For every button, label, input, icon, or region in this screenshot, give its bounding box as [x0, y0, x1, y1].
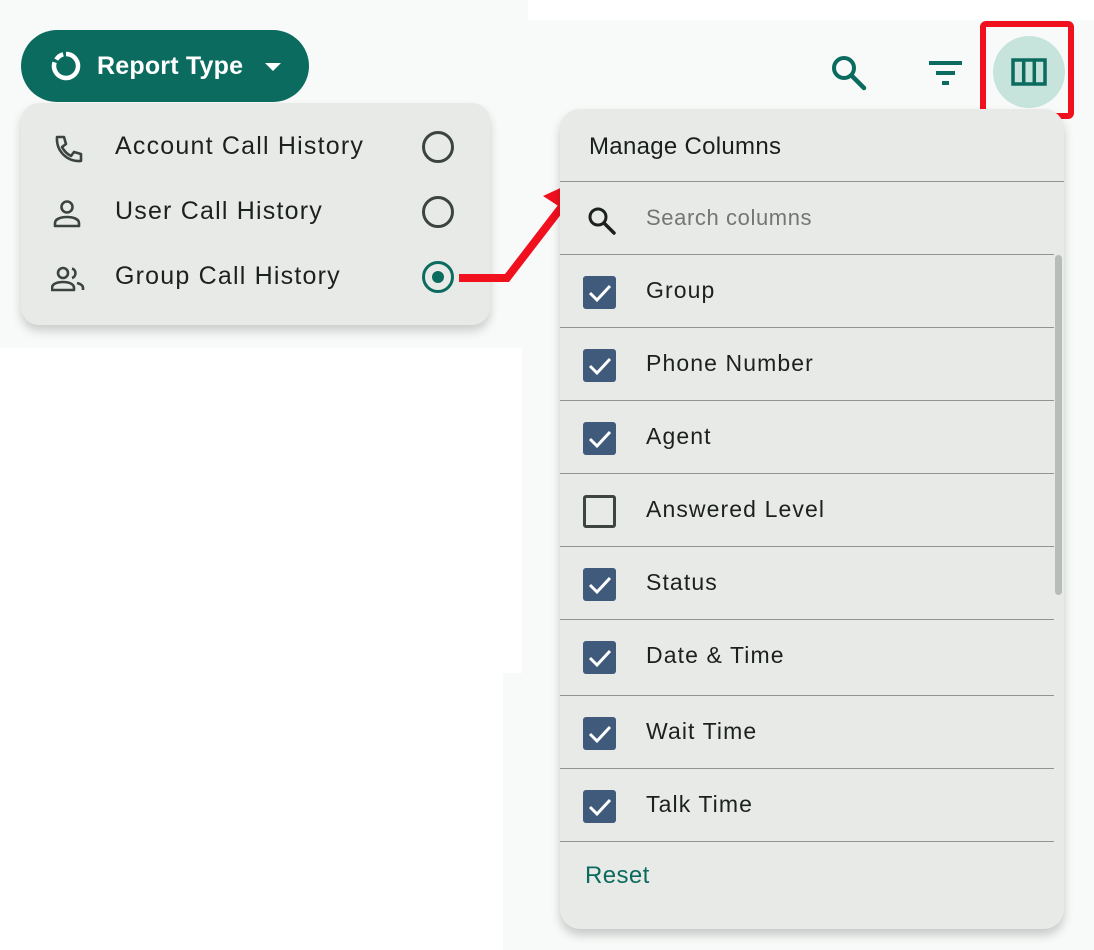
column-item-talk-time[interactable]: Talk Time	[560, 769, 1054, 841]
reset-button[interactable]: Reset	[585, 862, 650, 890]
report-type-menu: Account Call History User Call History G…	[21, 103, 490, 325]
checkmark-icon	[588, 284, 612, 303]
background-panel	[0, 673, 503, 950]
checkmark-icon	[588, 430, 612, 449]
column-item-date-time[interactable]: Date & Time	[560, 620, 1054, 692]
checkmark-icon	[588, 649, 612, 668]
annotation-highlight-box	[980, 21, 1074, 119]
donut-icon	[51, 51, 81, 81]
filter-icon[interactable]	[928, 58, 964, 88]
person-icon	[53, 200, 81, 228]
search-icon[interactable]	[830, 54, 868, 92]
caret-down-icon	[265, 63, 282, 71]
checkbox-checked[interactable]	[583, 349, 616, 382]
background-panel	[528, 0, 1094, 20]
column-item-group[interactable]: Group	[560, 255, 1054, 327]
report-option-user-call-history[interactable]: User Call History	[21, 181, 490, 246]
option-label: User Call History	[115, 197, 323, 225]
report-type-label: Report Type	[97, 51, 244, 80]
column-item-status[interactable]: Status	[560, 547, 1054, 619]
radio-group-call-history[interactable]	[422, 261, 454, 293]
panel-title: Manage Columns	[589, 133, 782, 160]
search-columns-input[interactable]	[646, 205, 1026, 231]
column-label: Wait Time	[646, 718, 758, 744]
background-panel	[0, 348, 522, 673]
checkbox-checked[interactable]	[583, 422, 616, 455]
column-item-agent[interactable]: Agent	[560, 401, 1054, 473]
column-item-wait-time[interactable]: Wait Time	[560, 696, 1054, 768]
column-label: Answered Level	[646, 496, 826, 522]
search-icon	[588, 207, 616, 235]
phone-icon	[55, 135, 83, 163]
checkbox-unchecked[interactable]	[583, 495, 616, 528]
column-label: Agent	[646, 423, 712, 449]
radio-account-call-history[interactable]	[422, 131, 454, 163]
checkmark-icon	[588, 576, 612, 595]
column-search[interactable]	[560, 182, 1064, 254]
divider	[560, 841, 1054, 842]
checkbox-checked[interactable]	[583, 641, 616, 674]
column-label: Phone Number	[646, 350, 814, 376]
report-option-group-call-history[interactable]: Group Call History	[21, 246, 490, 311]
manage-columns-panel: Manage Columns Group Phone Number Agent …	[560, 109, 1064, 929]
checkbox-checked[interactable]	[583, 276, 616, 309]
checkbox-checked[interactable]	[583, 717, 616, 750]
report-option-account-call-history[interactable]: Account Call History	[21, 116, 490, 181]
checkbox-checked[interactable]	[583, 790, 616, 823]
checkbox-checked[interactable]	[583, 568, 616, 601]
checkmark-icon	[588, 357, 612, 376]
column-label: Talk Time	[646, 791, 754, 817]
option-label: Group Call History	[115, 262, 341, 290]
column-label: Date & Time	[646, 642, 785, 668]
column-item-phone-number[interactable]: Phone Number	[560, 328, 1054, 400]
option-label: Account Call History	[115, 132, 365, 160]
group-icon	[51, 266, 85, 292]
checkmark-icon	[588, 798, 612, 817]
checkmark-icon	[588, 725, 612, 744]
scrollbar[interactable]	[1055, 255, 1062, 595]
column-label: Status	[646, 569, 718, 595]
report-type-button[interactable]: Report Type	[21, 30, 309, 102]
column-item-answered-level[interactable]: Answered Level	[560, 474, 1054, 546]
column-label: Group	[646, 277, 716, 303]
radio-user-call-history[interactable]	[422, 196, 454, 228]
